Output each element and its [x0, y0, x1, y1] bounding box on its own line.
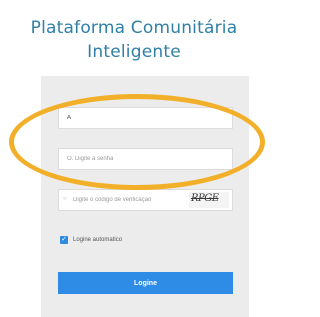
login-button[interactable]: Logine	[58, 272, 233, 294]
page-title: Plataforma Comunitária	[30, 18, 238, 38]
lock-icon	[63, 155, 69, 161]
auto-login-checkbox[interactable]: ✓	[60, 236, 68, 244]
shield-icon: ○	[63, 196, 67, 202]
user-icon	[63, 114, 69, 120]
password-field[interactable]	[58, 148, 233, 170]
captcha-image[interactable]: RPGE	[189, 192, 229, 208]
username-input[interactable]	[59, 108, 232, 128]
username-field[interactable]	[58, 107, 233, 129]
auto-login-label: Logine automatico	[73, 237, 123, 243]
captcha-text: RPGE	[191, 193, 219, 204]
password-input[interactable]	[59, 149, 232, 169]
captcha-input[interactable]	[59, 190, 179, 210]
page-subtitle: Inteligente	[87, 42, 181, 62]
